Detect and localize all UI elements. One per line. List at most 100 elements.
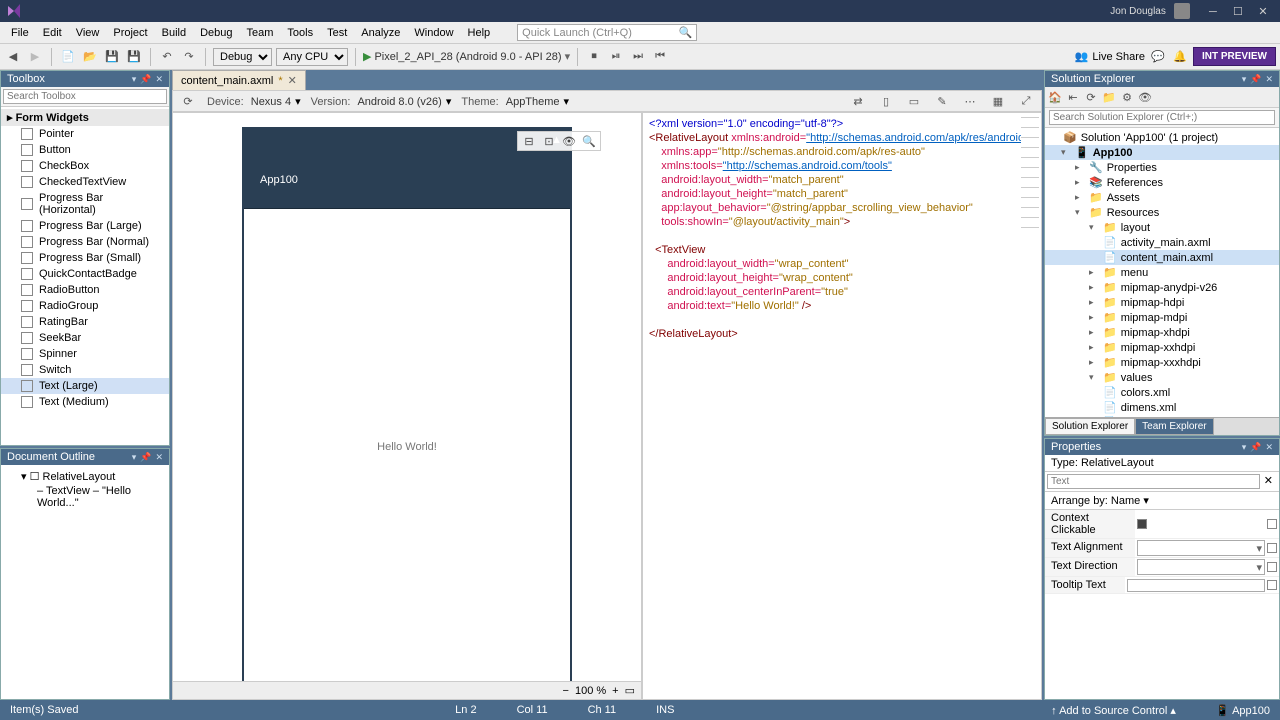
menu-view[interactable]: View bbox=[69, 24, 107, 42]
menu-project[interactable]: Project bbox=[106, 24, 154, 42]
toolbox-group[interactable]: ▸ Form Widgets bbox=[1, 109, 169, 126]
zoom-out-icon[interactable]: − bbox=[563, 685, 569, 697]
tree-node[interactable]: ▸🔧 Properties bbox=[1045, 160, 1279, 175]
undo-icon[interactable]: ↶ bbox=[158, 48, 176, 66]
checkbox[interactable] bbox=[1137, 519, 1147, 529]
search-icon[interactable]: 🔍 bbox=[582, 134, 596, 148]
dropdown-icon[interactable]: ▾ bbox=[132, 74, 137, 85]
fit-icon[interactable]: ▭ bbox=[625, 684, 635, 697]
close-icon[interactable]: ✕ bbox=[155, 74, 163, 85]
tree-node[interactable]: ▸📁 Assets bbox=[1045, 190, 1279, 205]
minimize-button[interactable]: ─ bbox=[1202, 6, 1224, 18]
combo[interactable]: ▾ bbox=[1137, 559, 1265, 575]
debug-btn2[interactable]: ⏯ bbox=[607, 48, 625, 66]
config-combo[interactable]: Debug bbox=[213, 48, 272, 66]
device-preview[interactable]: ▲ ⊟ ⊡ 👁 🔍 App100 Hello World! bbox=[242, 127, 572, 681]
tree-node[interactable]: ▸📁 mipmap-xxxhdpi bbox=[1045, 355, 1279, 370]
docoutline-tree[interactable]: ▾ ☐ RelativeLayout – TextView – "Hello W… bbox=[1, 465, 169, 699]
version-value[interactable]: Android 8.0 (v26) bbox=[353, 95, 445, 109]
expand-icon[interactable]: ⤢ bbox=[1017, 92, 1035, 110]
text-input[interactable] bbox=[1127, 579, 1265, 592]
toolbox-list[interactable]: ▸ Form Widgets Pointer Button CheckBox C… bbox=[1, 107, 169, 445]
menu-tools[interactable]: Tools bbox=[280, 24, 320, 42]
file-node[interactable]: 📄 colors.xml bbox=[1045, 385, 1279, 400]
marker-icon[interactable] bbox=[1267, 519, 1277, 529]
close-icon[interactable]: ✕ bbox=[155, 452, 163, 463]
menu-build[interactable]: Build bbox=[155, 24, 193, 42]
preview-icon[interactable]: 👁 bbox=[1137, 89, 1153, 105]
file-node[interactable]: 📄 activity_main.axml bbox=[1045, 235, 1279, 250]
home-icon[interactable]: 🏠 bbox=[1047, 89, 1063, 105]
close-button[interactable]: ✕ bbox=[1252, 5, 1274, 18]
liveshare-icon[interactable]: 👥 bbox=[1075, 50, 1089, 63]
properties-icon[interactable]: ⚙ bbox=[1119, 89, 1135, 105]
menu-file[interactable]: File bbox=[4, 24, 36, 42]
marker-icon[interactable] bbox=[1267, 543, 1277, 553]
zoom-value[interactable]: 100 % bbox=[575, 685, 606, 697]
hello-text[interactable]: Hello World! bbox=[377, 441, 437, 453]
soln-search[interactable] bbox=[1049, 110, 1275, 125]
zoom-in-icon[interactable]: + bbox=[612, 685, 618, 697]
refresh-icon[interactable]: ⟳ bbox=[179, 92, 197, 110]
clear-icon[interactable]: ✕ bbox=[1260, 474, 1277, 489]
tab-close-icon[interactable]: ✕ bbox=[288, 74, 297, 87]
xml-editor[interactable]: <?xml version="1.0" encoding="utf-8"?> <… bbox=[642, 112, 1042, 700]
menu-test[interactable]: Test bbox=[320, 24, 354, 42]
pin-icon[interactable]: 📌 bbox=[1250, 74, 1261, 85]
eye-icon[interactable]: 👁 bbox=[562, 134, 576, 148]
avatar-icon[interactable] bbox=[1174, 3, 1190, 19]
menu-edit[interactable]: Edit bbox=[36, 24, 69, 42]
debug-btn1[interactable]: ⏹ bbox=[585, 48, 603, 66]
nav-back-icon[interactable]: ◀ bbox=[4, 48, 22, 66]
outline-node[interactable]: – TextView – "Hello World..." bbox=[5, 484, 165, 510]
options-icon[interactable]: ⋯ bbox=[961, 92, 979, 110]
combo[interactable]: ▾ bbox=[1137, 540, 1265, 556]
prop-row[interactable]: Tooltip Text bbox=[1045, 577, 1279, 594]
showall-icon[interactable]: 📁 bbox=[1101, 89, 1117, 105]
phone-content[interactable]: Hello World! bbox=[244, 209, 570, 681]
edit-icon[interactable]: ✎ bbox=[933, 92, 951, 110]
preview-button[interactable]: INT PREVIEW bbox=[1193, 47, 1276, 66]
device-value[interactable]: Nexus 4 bbox=[247, 95, 295, 109]
run-button[interactable]: ▶Pixel_2_API_28 (Android 9.0 - API 28)▾ bbox=[363, 50, 570, 63]
user-name[interactable]: Jon Douglas bbox=[1110, 6, 1166, 17]
pin-icon[interactable]: 📌 bbox=[1250, 442, 1261, 453]
tree-node[interactable]: ▸📁 mipmap-xhdpi bbox=[1045, 325, 1279, 340]
collapse-icon[interactable]: ⇤ bbox=[1065, 89, 1081, 105]
toolbox-search[interactable] bbox=[3, 89, 167, 104]
refresh-icon[interactable]: ⟳ bbox=[1083, 89, 1099, 105]
new-icon[interactable]: 📄 bbox=[59, 48, 77, 66]
prop-row[interactable]: Context Clickable bbox=[1045, 510, 1279, 539]
status-project[interactable]: 📱 App100 bbox=[1216, 704, 1270, 717]
liveshare-label[interactable]: Live Share bbox=[1092, 51, 1145, 63]
props-arrange[interactable]: Arrange by: Name ▾ bbox=[1045, 492, 1279, 510]
document-tab[interactable]: content_main.axml * ✕ bbox=[172, 70, 306, 90]
tree-node[interactable]: ▸📚 References bbox=[1045, 175, 1279, 190]
tree-node[interactable]: ▾📁 values bbox=[1045, 370, 1279, 385]
menu-debug[interactable]: Debug bbox=[193, 24, 239, 42]
menu-team[interactable]: Team bbox=[240, 24, 281, 42]
outline-node[interactable]: ▾ ☐ RelativeLayout bbox=[5, 469, 165, 484]
nav-fwd-icon[interactable]: ▶ bbox=[26, 48, 44, 66]
landscape-icon[interactable]: ▭ bbox=[905, 92, 923, 110]
tab-team-explorer[interactable]: Team Explorer bbox=[1135, 418, 1213, 435]
open-icon[interactable]: 📂 bbox=[81, 48, 99, 66]
pin-icon[interactable]: 📌 bbox=[140, 74, 151, 85]
dropdown-icon[interactable]: ▾ bbox=[1242, 442, 1247, 453]
menu-help[interactable]: Help bbox=[461, 24, 498, 42]
minimap[interactable] bbox=[1021, 117, 1039, 237]
portrait-icon[interactable]: ▯ bbox=[877, 92, 895, 110]
tree-node[interactable]: ▸📁 mipmap-xxhdpi bbox=[1045, 340, 1279, 355]
platform-combo[interactable]: Any CPU bbox=[276, 48, 348, 66]
rotate-icon[interactable]: ⇄ bbox=[849, 92, 867, 110]
tree-node[interactable]: ▸📁 mipmap-anydpi-v26 bbox=[1045, 280, 1279, 295]
project-node[interactable]: ▾📱 App100 bbox=[1045, 145, 1279, 160]
quick-launch[interactable]: Quick Launch (Ctrl+Q)🔍 bbox=[517, 24, 697, 41]
theme-value[interactable]: AppTheme bbox=[502, 95, 564, 109]
tree-node[interactable]: ▸📁 mipmap-mdpi bbox=[1045, 310, 1279, 325]
debug-btn3[interactable]: ⏭ bbox=[629, 48, 647, 66]
redo-icon[interactable]: ↷ bbox=[180, 48, 198, 66]
grid-icon[interactable]: ▦ bbox=[989, 92, 1007, 110]
soln-tree[interactable]: 📦 Solution 'App100' (1 project) ▾📱 App10… bbox=[1045, 128, 1279, 417]
notify-icon[interactable]: 🔔 bbox=[1171, 48, 1189, 66]
